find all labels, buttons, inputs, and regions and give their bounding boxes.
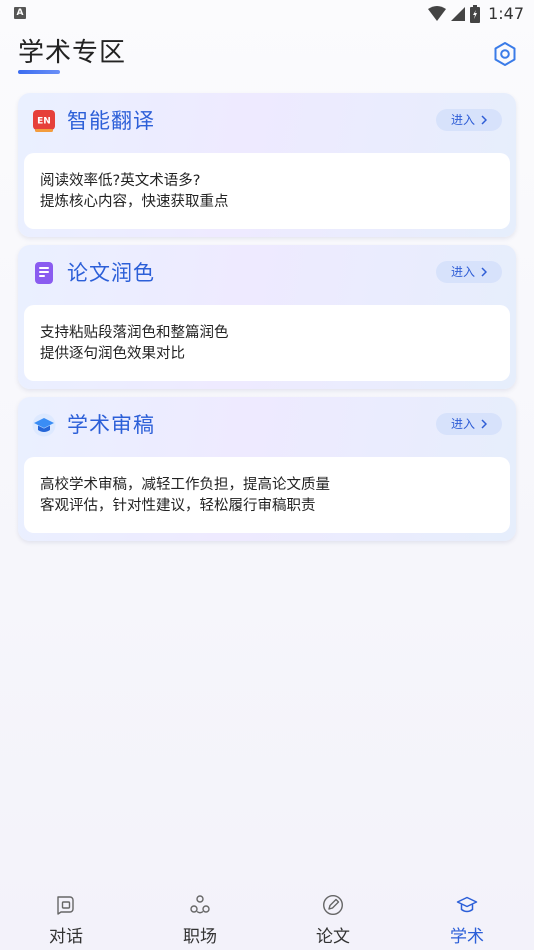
chevron-right-icon [481, 419, 487, 429]
status-bar: A 1:47 [0, 0, 534, 28]
paper-edit-icon [322, 894, 344, 916]
nav-label: 对话 [49, 927, 83, 947]
status-notification-badge: A [14, 7, 26, 19]
document-polish-icon [35, 262, 53, 284]
graduation-cap-icon [32, 413, 56, 437]
card-line: 阅读效率低?英文术语多? [40, 173, 201, 189]
enter-label: 进入 [450, 265, 475, 279]
card-translate[interactable]: EN 智能翻译 进入 阅读效率低?英文术语多? 提炼核心内容，快速获取重点 [18, 93, 516, 237]
enter-button[interactable]: 进入 [436, 261, 502, 283]
card-polish[interactable]: 论文润色 进入 支持粘贴段落润色和整篇润色 提供逐句润色效果对比 [18, 245, 516, 389]
card-title: 智能翻译 [67, 109, 155, 133]
chevron-right-icon [481, 115, 487, 125]
status-right-group: 1:47 [428, 4, 524, 23]
bottom-nav: 对话 职场 论文 学术 [0, 888, 534, 950]
academic-cap-icon [456, 896, 478, 913]
card-title: 学术审稿 [67, 413, 155, 437]
enter-button[interactable]: 进入 [436, 109, 502, 131]
page-title: 学术专区 [18, 38, 127, 68]
card-title: 论文润色 [67, 261, 155, 285]
card-line: 提供逐句润色效果对比 [40, 346, 185, 362]
card-line: 提炼核心内容，快速获取重点 [40, 194, 229, 210]
card-line: 客观评估，针对性建议，轻松履行审稿职责 [40, 498, 316, 514]
workplace-icon [190, 895, 210, 914]
nav-label: 职场 [183, 927, 217, 947]
enter-label: 进入 [450, 417, 475, 431]
nav-label: 学术 [450, 927, 484, 947]
card-description: 高校学术审稿，减轻工作负担，提高论文质量 客观评估，针对性建议，轻松履行审稿职责 [24, 457, 510, 533]
card-description: 支持粘贴段落润色和整篇润色 提供逐句润色效果对比 [24, 305, 510, 381]
en-translate-icon: EN [33, 110, 55, 132]
card-description: 阅读效率低?英文术语多? 提炼核心内容，快速获取重点 [24, 153, 510, 229]
nav-item-chat[interactable]: 对话 [26, 894, 106, 947]
svg-text:EN: EN [37, 117, 51, 127]
card-line: 支持粘贴段落润色和整篇润色 [40, 325, 229, 341]
nav-item-academic[interactable]: 学术 [427, 894, 507, 947]
card-review[interactable]: 学术审稿 进入 高校学术审稿，减轻工作负担，提高论文质量 客观评估，针对性建议，… [18, 397, 516, 541]
chevron-right-icon [481, 267, 487, 277]
settings-hexagon-icon[interactable] [492, 41, 518, 67]
nav-item-workplace[interactable]: 职场 [160, 894, 240, 947]
cellular-signal-icon [451, 6, 466, 21]
wifi-icon [428, 5, 447, 21]
card-line: 高校学术审稿，减轻工作负担，提高论文质量 [40, 477, 330, 493]
enter-label: 进入 [450, 113, 475, 127]
nav-item-paper[interactable]: 论文 [293, 894, 373, 947]
title-underline [18, 70, 60, 74]
chat-icon [57, 896, 74, 915]
status-time: 1:47 [488, 4, 524, 23]
enter-button[interactable]: 进入 [436, 413, 502, 435]
battery-icon [470, 4, 481, 23]
nav-label: 论文 [316, 927, 350, 947]
